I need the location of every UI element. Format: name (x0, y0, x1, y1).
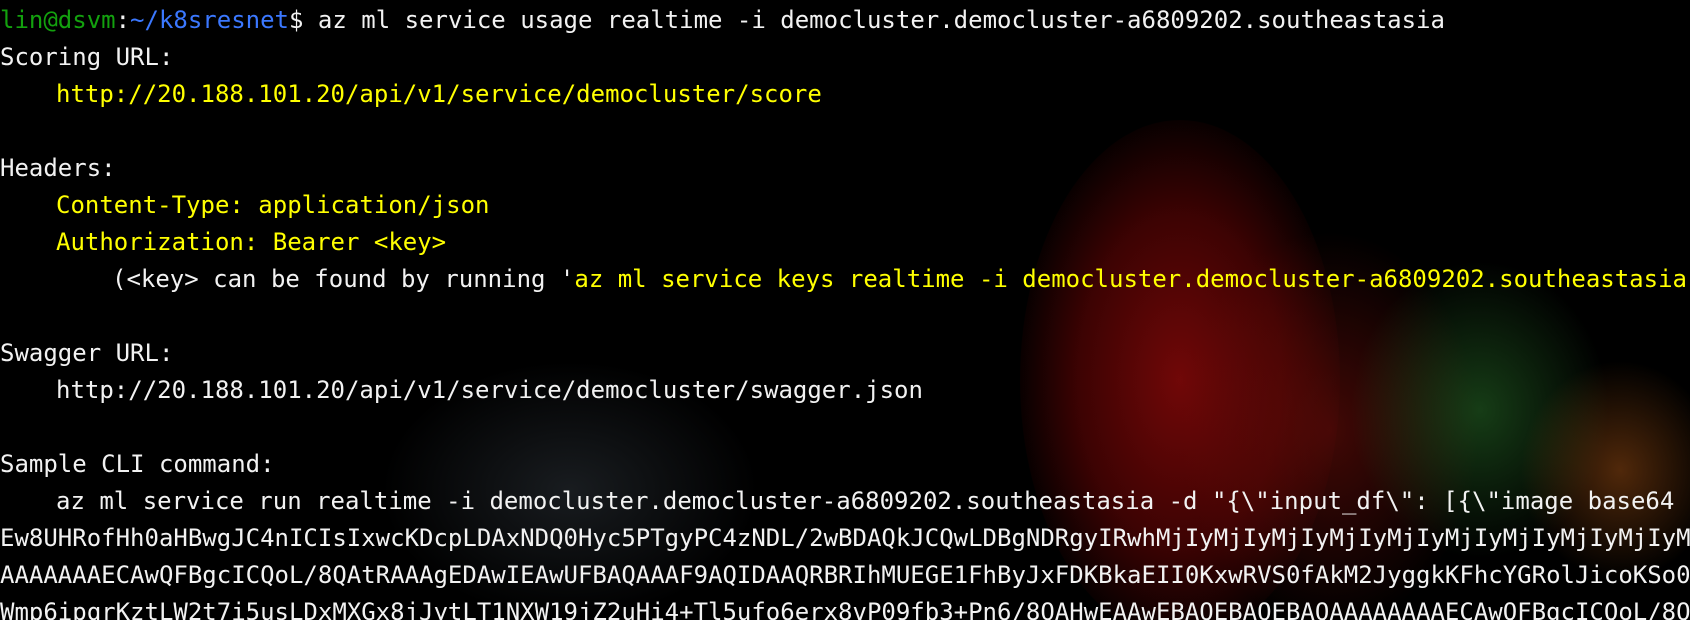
scoring-url-label: Scoring URL: (0, 43, 174, 71)
prompt-command: az ml service usage realtime -i democlus… (303, 6, 1445, 34)
terminal-window[interactable]: lin@dsvm:~/k8sresnet$ az ml service usag… (0, 0, 1690, 620)
terminal-output: lin@dsvm:~/k8sresnet$ az ml service usag… (0, 0, 1690, 620)
header-authorization: Authorization: Bearer <key> (56, 228, 447, 256)
prompt-path: ~/k8sresnet (130, 6, 289, 34)
prompt-line: lin@dsvm:~/k8sresnet$ az ml service usag… (0, 2, 1690, 39)
prompt-colon: : (115, 6, 131, 34)
prompt-dollar: $ (289, 6, 304, 34)
base64-line: Wmp6ipqrKztLW2t7i5usLDxMXGx8jJytLT1NXW19… (0, 598, 1690, 620)
scoring-url-value: http://20.188.101.20/api/v1/service/demo… (56, 80, 822, 108)
base64-line: Ew8UHRofHh0aHBwgJC4nICIsIxwcKDcpLDAxNDQ0… (0, 524, 1690, 552)
swagger-url-label: Swagger URL: (0, 339, 174, 367)
sample-cli-label: Sample CLI command: (0, 450, 275, 478)
prompt-user-host: lin@dsvm (0, 6, 116, 34)
key-note-prefix: (<key> can be found by running ' (112, 265, 575, 293)
key-note-command: az ml service keys realtime -i democlust… (574, 265, 1687, 293)
key-note-line: (<key> can be found by running 'az ml se… (0, 261, 1690, 298)
header-content-type: Content-Type: application/json (56, 191, 490, 219)
swagger-url-value: http://20.188.101.20/api/v1/service/demo… (56, 376, 923, 404)
headers-label: Headers: (0, 154, 116, 182)
sample-cli-command: az ml service run realtime -i democluste… (56, 487, 1690, 515)
base64-line: AAAAAAAECAwQFBgcICQoL/8QAtRAAAgEDAwIEAwU… (0, 561, 1690, 589)
